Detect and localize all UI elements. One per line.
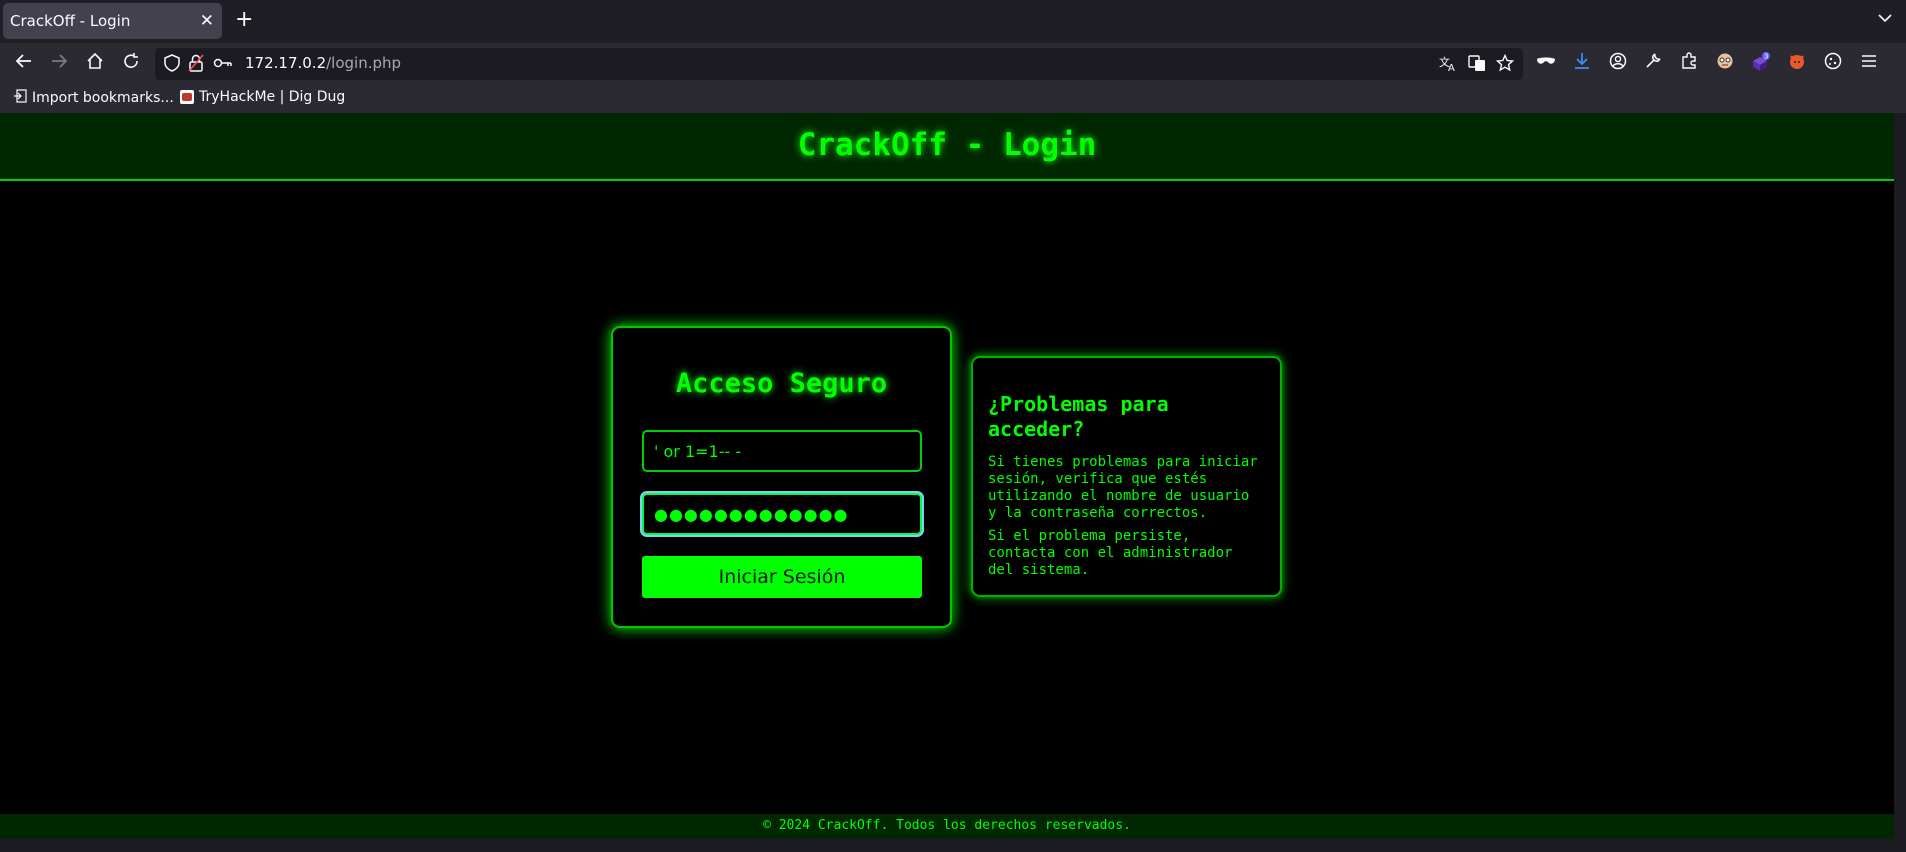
tab-title: CrackOff - Login <box>10 12 131 30</box>
tracking-shield-icon[interactable] <box>164 54 180 76</box>
help-paragraph-2: Si el problema persiste, contacta con el… <box>988 528 1233 578</box>
help-paragraph-1: Si tienes problemas para iniciar sesión,… <box>988 454 1258 521</box>
help-card: ¿Problemas para acceder? Si tienes probl… <box>971 356 1282 597</box>
translate-page-icon[interactable] <box>1468 54 1486 76</box>
insecure-lock-icon[interactable] <box>188 54 204 76</box>
login-card: Acceso Seguro ' or 1=1-- - ●●●●●●●●●●●●●… <box>611 326 952 628</box>
import-bookmarks-icon <box>13 89 27 107</box>
page-viewport: CrackOff - Login Acceso Seguro ' or 1=1-… <box>0 113 1894 839</box>
cookie-icon[interactable] <box>1822 52 1844 76</box>
url-path: /login.php <box>326 54 402 72</box>
bookmark-tryhackme[interactable]: TryHackMe | Dig Dug <box>180 89 345 105</box>
svg-text:A: A <box>1448 63 1455 72</box>
tab-list-chevron-icon[interactable] <box>1878 9 1892 27</box>
new-tab-icon[interactable]: + <box>235 7 253 32</box>
home-icon[interactable] <box>84 52 106 76</box>
site-title: CrackOff - Login <box>797 127 1097 163</box>
login-button[interactable]: Iniciar Sesión <box>642 556 922 598</box>
url-host: 172.17.0.2 <box>245 54 327 72</box>
private-mask-icon[interactable] <box>1535 52 1557 76</box>
tryhackme-favicon-icon <box>180 90 194 104</box>
back-arrow-icon[interactable] <box>13 52 35 76</box>
account-icon[interactable] <box>1607 52 1629 76</box>
translate-icon[interactable]: 文A <box>1439 54 1457 76</box>
site-footer: © 2024 CrackOff. Todos los derechos rese… <box>0 814 1894 839</box>
username-input[interactable]: ' or 1=1-- - <box>642 430 922 472</box>
downloads-icon[interactable] <box>1571 52 1593 76</box>
url-bar[interactable]: 172.17.0.2/login.php 文A <box>155 48 1523 80</box>
login-title: Acceso Seguro <box>675 368 888 399</box>
password-key-icon[interactable] <box>213 54 233 76</box>
window-bottom-edge <box>0 839 1906 852</box>
bookmark-label: TryHackMe | Dig Dug <box>199 89 346 105</box>
extension-fox-icon[interactable] <box>1786 52 1808 76</box>
reload-icon[interactable] <box>120 52 142 76</box>
bookmark-star-icon[interactable] <box>1495 53 1515 76</box>
url-text[interactable]: 172.17.0.2/login.php <box>245 54 401 72</box>
tab-bar: CrackOff - Login ✕ + <box>0 0 1906 43</box>
forward-arrow-icon[interactable] <box>48 52 70 76</box>
menu-hamburger-icon[interactable] <box>1858 52 1880 76</box>
extension-face-icon[interactable] <box>1714 52 1736 76</box>
svg-text:3: 3 <box>1764 53 1768 61</box>
tab-crackoff-login[interactable]: CrackOff - Login ✕ <box>3 3 222 39</box>
extension-cube-icon[interactable]: 3 <box>1750 52 1772 80</box>
extensions-puzzle-icon[interactable] <box>1678 52 1700 76</box>
window-edge <box>1894 113 1906 839</box>
navigation-bar: 172.17.0.2/login.php 文A 3 <box>0 43 1906 85</box>
wrench-icon[interactable] <box>1642 52 1664 76</box>
help-title: ¿Problemas para acceder? <box>988 392 1169 441</box>
site-header: CrackOff - Login <box>0 113 1894 181</box>
bookmark-label: Import bookmarks... <box>32 90 174 106</box>
password-input[interactable]: ●●●●●●●●●●●●● <box>642 493 922 535</box>
bookmarks-toolbar: Import bookmarks... TryHackMe | Dig Dug <box>0 85 1906 113</box>
close-tab-icon[interactable]: ✕ <box>200 11 214 31</box>
bookmark-import[interactable]: Import bookmarks... <box>13 89 174 107</box>
